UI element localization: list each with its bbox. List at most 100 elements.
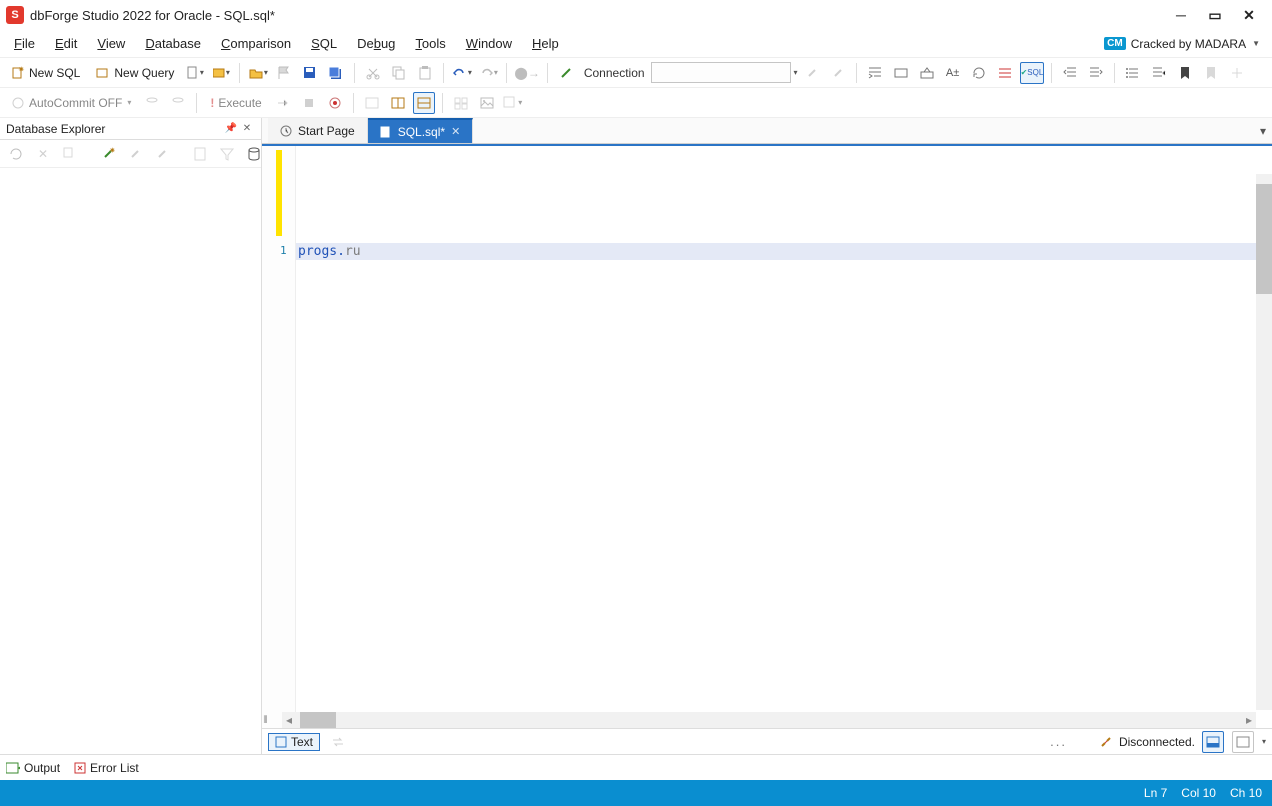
connection-combo[interactable] [651, 62, 791, 83]
menu-tools[interactable]: Tools [405, 30, 455, 57]
copy-node-button[interactable] [59, 143, 81, 165]
close-button[interactable]: ✕ [1232, 7, 1266, 24]
undo-button[interactable]: ▾ [451, 62, 473, 84]
menu-window[interactable]: Window [456, 30, 522, 57]
results-grid-icon [1206, 736, 1220, 748]
maximize-button[interactable]: ▭ [1198, 7, 1232, 24]
minimize-button[interactable]: ─ [1164, 7, 1198, 23]
case-button[interactable]: A± [942, 62, 964, 84]
refresh-button[interactable] [5, 143, 27, 165]
results-dropdown[interactable]: ▾ [1262, 737, 1266, 746]
hscroll-thumb[interactable] [300, 712, 336, 728]
record-button[interactable] [324, 92, 346, 114]
vscroll-thumb[interactable] [1256, 184, 1272, 294]
plug-remove-button[interactable] [827, 62, 849, 84]
commit-button[interactable] [141, 92, 163, 114]
error-list-label: Error List [90, 761, 139, 775]
layout-button-3[interactable] [413, 92, 435, 114]
connection-edit-button[interactable] [124, 143, 146, 165]
grid-button-1[interactable] [450, 92, 472, 114]
save-all-button[interactable] [325, 62, 347, 84]
menu-database[interactable]: Database [135, 30, 211, 57]
error-list-tab[interactable]: Error List [74, 761, 139, 775]
bookmark-button[interactable] [1174, 62, 1196, 84]
new-query-button[interactable]: New Query [90, 62, 180, 84]
indent-right-button[interactable] [864, 62, 886, 84]
vertical-scrollbar[interactable] [1256, 174, 1272, 710]
finish-button[interactable] [273, 62, 295, 84]
database-icon [247, 147, 261, 161]
toggle-lines-button[interactable] [994, 62, 1016, 84]
menu-sql[interactable]: SQL [301, 30, 347, 57]
new-doc-dropdown[interactable]: ▾ [184, 62, 206, 84]
connect-button[interactable] [555, 62, 577, 84]
copy-button[interactable] [388, 62, 410, 84]
tabs-overflow-button[interactable]: ▾ [1254, 118, 1272, 143]
plug-add-button[interactable] [801, 62, 823, 84]
panel-close-button[interactable]: ✕ [239, 123, 255, 134]
filter-button[interactable] [216, 143, 238, 165]
stop-button[interactable] [298, 92, 320, 114]
frame-button[interactable] [890, 62, 912, 84]
execute-button[interactable]: ! Execute [204, 92, 267, 114]
split-handle[interactable]: ⦀ [262, 712, 269, 728]
swap-button[interactable] [327, 731, 349, 753]
editor-area: Start Page SQL.sql* ✕ ▾ ÷ 1 progs.ru [262, 118, 1272, 754]
output-tab[interactable]: Output [6, 761, 60, 775]
connection-delete-button[interactable] [151, 143, 173, 165]
refresh-fmt-button[interactable] [968, 62, 990, 84]
bookmark-prev-icon [1152, 66, 1166, 80]
cut-button[interactable] [362, 62, 384, 84]
tab-start-page[interactable]: Start Page [268, 118, 368, 143]
prev-bookmark-button[interactable] [1148, 62, 1170, 84]
crack-badge[interactable]: CM Cracked by MADARA ▼ [1104, 30, 1268, 57]
code-area[interactable]: progs.ru [296, 146, 1272, 728]
refresh-icon [972, 66, 986, 80]
layout-button-1[interactable] [361, 92, 383, 114]
tab-close-button[interactable]: ✕ [451, 125, 460, 138]
open-folder-button[interactable]: ▾ [247, 62, 269, 84]
indent-button[interactable] [1085, 62, 1107, 84]
execute-step-button[interactable] [272, 92, 294, 114]
properties-button[interactable] [189, 143, 211, 165]
paste-button[interactable] [414, 62, 436, 84]
menu-comparison[interactable]: Comparison [211, 30, 301, 57]
grid-stack-button[interactable]: ▾ [502, 92, 524, 114]
menu-help[interactable]: Help [522, 30, 569, 57]
sql-validate-button[interactable]: ✔SQL [1020, 62, 1045, 84]
image-button[interactable] [476, 92, 498, 114]
arrows-expand-button[interactable] [1226, 62, 1248, 84]
redo-button[interactable]: ▾ [477, 62, 499, 84]
database-explorer-toolbar: ✕ ✷ [0, 140, 261, 168]
statusbar: Ln 7 Col 10 Ch 10 [0, 780, 1272, 806]
rollback-button[interactable] [167, 92, 189, 114]
tab-sql[interactable]: SQL.sql* ✕ [368, 118, 474, 143]
bookmark-clear-button[interactable] [1200, 62, 1222, 84]
new-sql-button[interactable]: ✷ New SQL [5, 62, 86, 84]
autocommit-button[interactable]: AutoCommit OFF ▾ [5, 92, 137, 114]
new-connection-button[interactable]: ✷ [97, 143, 119, 165]
text-mode-button[interactable]: Text [268, 733, 320, 751]
new-project-dropdown[interactable]: ▾ [210, 62, 232, 84]
nav-back-button[interactable]: ⬤→ [514, 62, 539, 84]
properties-icon [193, 147, 207, 161]
results-grid-button[interactable] [1202, 731, 1224, 753]
database-explorer-tree[interactable] [0, 168, 261, 754]
horizontal-scrollbar[interactable]: ◂▸ [282, 712, 1256, 728]
menu-debug[interactable]: Debug [347, 30, 405, 57]
list-button[interactable] [1122, 62, 1144, 84]
menu-view[interactable]: View [87, 30, 135, 57]
frame-icon [894, 66, 908, 80]
menu-file[interactable]: File [4, 30, 45, 57]
panel-pin-button[interactable]: 📌 [223, 123, 239, 134]
results-text-button[interactable] [1232, 731, 1254, 753]
stash-button[interactable] [916, 62, 938, 84]
outdent-button[interactable] [1059, 62, 1081, 84]
code-token-2: ru [345, 244, 361, 259]
menu-edit[interactable]: Edit [45, 30, 87, 57]
delete-node-button[interactable]: ✕ [32, 143, 54, 165]
connection-dropdown-arrow[interactable]: ▾ [794, 68, 798, 77]
copy-icon [392, 66, 406, 80]
layout-button-2[interactable] [387, 92, 409, 114]
save-button[interactable] [299, 62, 321, 84]
